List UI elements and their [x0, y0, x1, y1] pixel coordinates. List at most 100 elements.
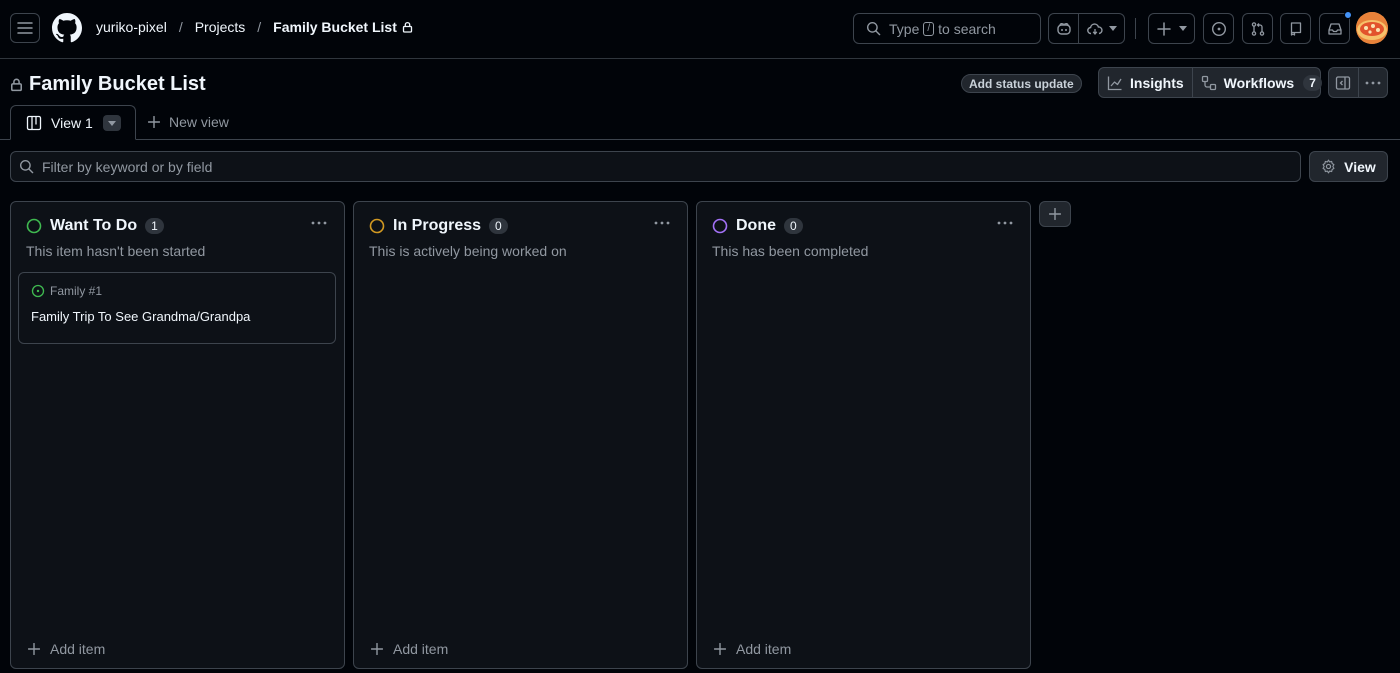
column-count: 0: [489, 218, 508, 234]
workflows-button[interactable]: Workflows 7: [1191, 68, 1330, 97]
column-title: In Progress: [393, 217, 482, 234]
search-suffix: to search: [938, 20, 996, 37]
kebab-horizontal-icon: [654, 221, 670, 225]
plus-icon: [1156, 21, 1171, 36]
status-circle-icon: [712, 218, 728, 234]
avatar[interactable]: [1356, 12, 1388, 44]
search-icon: [19, 159, 34, 174]
add-column-button[interactable]: [1039, 201, 1071, 227]
cloud-icon: [1086, 22, 1103, 36]
column-menu-button[interactable]: [652, 215, 672, 231]
insights-label: Insights: [1130, 74, 1184, 91]
add-item-label: Add item: [393, 641, 449, 657]
breadcrumb-owner[interactable]: yuriko-pixel: [96, 19, 167, 35]
status-circle-icon: [26, 218, 42, 234]
issue-open-icon: [31, 284, 45, 298]
filter-placeholder: Filter by keyword or by field: [42, 158, 213, 175]
plus-icon: [28, 643, 40, 655]
card-meta: Family #1: [31, 284, 102, 298]
search-prefix: Type: [889, 20, 920, 37]
card-reference: Family #1: [50, 284, 103, 298]
chevron-down-icon: [108, 120, 116, 126]
chevron-down-icon: [1108, 26, 1117, 31]
column-header: Want To Do 1: [26, 217, 164, 235]
copilot-button[interactable]: [1049, 14, 1079, 43]
column-title: Done: [736, 217, 776, 234]
pull-request-icon: [1250, 21, 1266, 37]
create-new-button[interactable]: [1148, 13, 1195, 44]
project-title: Family Bucket List: [29, 73, 206, 95]
workflows-label: Workflows: [1223, 74, 1295, 91]
plus-icon: [1049, 208, 1061, 220]
breadcrumb-projects[interactable]: Projects: [195, 19, 246, 35]
more-options-button[interactable]: [1357, 68, 1388, 97]
header-divider: [1135, 18, 1136, 39]
column-description: This item hasn't been started: [26, 243, 206, 259]
breadcrumb-separator: /: [257, 19, 262, 35]
hamburger-icon: [17, 20, 33, 36]
issue-icon: [1211, 21, 1227, 37]
search-icon: [866, 21, 881, 36]
plus-icon: [148, 116, 160, 128]
workflow-icon: [1201, 75, 1217, 91]
lock-icon: [402, 21, 413, 33]
sidebar-expand-icon: [1335, 75, 1351, 91]
copilot-menu-button[interactable]: [1079, 14, 1124, 43]
copilot-icon: [1056, 21, 1072, 37]
github-logo-icon[interactable]: [52, 13, 82, 43]
breadcrumb-separator: /: [178, 19, 183, 35]
column-menu-button[interactable]: [995, 215, 1015, 231]
add-status-update-button[interactable]: Add status update: [961, 74, 1082, 93]
pull-requests-button[interactable]: [1242, 13, 1273, 44]
column-count: 1: [145, 218, 164, 234]
gear-icon: [1321, 159, 1336, 174]
tab-label: View 1: [51, 114, 93, 131]
board-column: Want To Do 1 This item hasn't been start…: [10, 201, 345, 669]
add-item-button[interactable]: Add item: [28, 641, 105, 657]
board-icon: [26, 115, 42, 131]
plus-icon: [371, 643, 383, 655]
status-circle-icon: [369, 218, 385, 234]
card-title[interactable]: Family Trip To See Grandma/Grandpa: [31, 309, 250, 324]
new-view-button[interactable]: New view: [148, 114, 229, 130]
column-menu-button[interactable]: [309, 215, 329, 231]
top-header: yuriko-pixel / Projects / Family Bucket …: [0, 0, 1400, 59]
kebab-horizontal-icon: [311, 221, 327, 225]
board-column: In Progress 0 This is actively being wor…: [353, 201, 688, 669]
breadcrumb: yuriko-pixel / Projects / Family Bucket …: [96, 19, 413, 35]
add-item-button[interactable]: Add item: [371, 641, 448, 657]
view-settings-button[interactable]: View: [1309, 151, 1388, 182]
breadcrumb-project[interactable]: Family Bucket List: [273, 19, 397, 35]
project-actions: Insights Workflows 7: [1098, 67, 1322, 98]
menu-button[interactable]: [10, 13, 40, 43]
kebab-horizontal-icon: [997, 221, 1013, 225]
add-item-label: Add item: [50, 641, 106, 657]
kebab-horizontal-icon: [1365, 81, 1381, 85]
project-side-actions: [1328, 67, 1388, 98]
plus-icon: [714, 643, 726, 655]
view-button-label: View: [1344, 158, 1376, 175]
search-input[interactable]: Type / to search: [853, 13, 1041, 44]
page-title: Family Bucket List: [10, 73, 206, 96]
add-item-button[interactable]: Add item: [714, 641, 791, 657]
board-card[interactable]: Family #1 Family Trip To See Grandma/Gra…: [18, 272, 336, 344]
view-options-button[interactable]: [103, 115, 121, 131]
insights-button[interactable]: Insights: [1099, 68, 1192, 97]
inbox-button[interactable]: [1319, 11, 1352, 44]
graph-icon: [1107, 75, 1123, 91]
column-header: Done 0: [712, 217, 803, 235]
board-column: Done 0 This has been completed Add item: [696, 201, 1031, 669]
notification-dot: [1344, 11, 1352, 19]
column-description: This is actively being worked on: [369, 243, 567, 259]
copilot-button-group: [1048, 13, 1125, 44]
view-tabs: View 1 New view: [0, 105, 1400, 140]
filter-input[interactable]: Filter by keyword or by field: [10, 151, 1301, 182]
new-view-label: New view: [169, 114, 229, 130]
tab-view-1[interactable]: View 1: [10, 105, 136, 140]
search-shortcut-key: /: [923, 21, 935, 36]
column-description: This has been completed: [712, 243, 869, 259]
side-panel-button[interactable]: [1329, 68, 1358, 97]
repositories-button[interactable]: [1280, 13, 1311, 44]
issues-button[interactable]: [1203, 13, 1234, 44]
add-item-label: Add item: [736, 641, 792, 657]
